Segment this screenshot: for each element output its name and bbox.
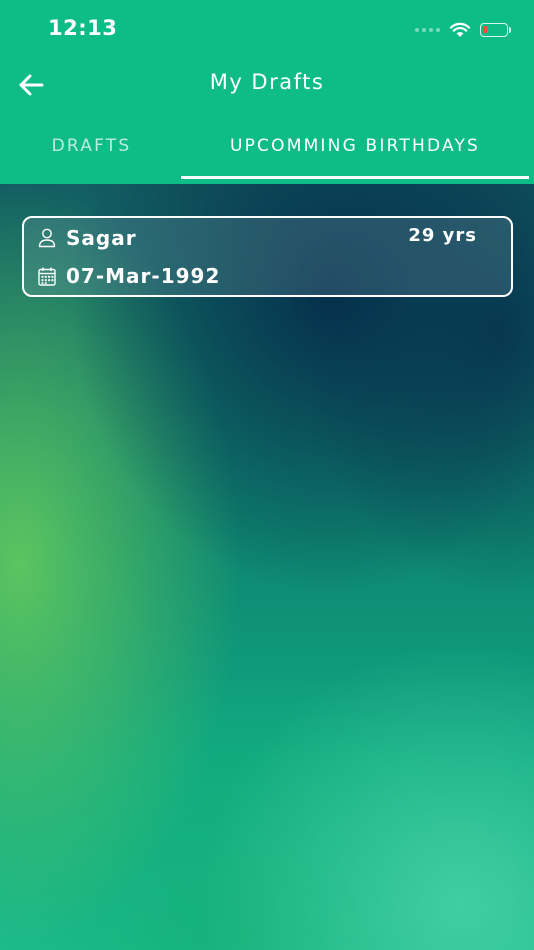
birthday-list[interactable]: Sagar 07-Mar-1992 29 yrs <box>0 184 534 950</box>
page-title: My Drafts <box>209 70 325 94</box>
status-bar: 12:13 <box>0 0 534 60</box>
birthday-date-row: 07-Mar-1992 <box>38 264 220 288</box>
battery-icon <box>480 23 511 37</box>
active-tab-indicator <box>181 176 529 179</box>
birthday-name: Sagar <box>66 226 137 250</box>
birthday-age: 29 yrs <box>408 225 477 246</box>
birthday-name-row: Sagar <box>38 226 137 250</box>
birthday-date: 07-Mar-1992 <box>66 264 221 288</box>
tab-upcoming-birthdays[interactable]: UPCOMMING BIRTHDAYS <box>181 122 529 178</box>
status-icons <box>415 20 511 40</box>
cellular-signal-icon <box>415 28 440 32</box>
birthday-card[interactable]: Sagar 07-Mar-1992 29 yrs <box>22 216 513 297</box>
tab-bar: DRAFTS UPCOMMING BIRTHDAYS <box>0 122 534 184</box>
person-icon <box>38 227 56 249</box>
wifi-icon <box>450 22 470 37</box>
tab-drafts[interactable]: DRAFTS <box>0 122 183 178</box>
calendar-icon <box>38 265 56 287</box>
nav-bar: My Drafts <box>0 60 534 110</box>
tab-drafts-label: DRAFTS <box>51 136 132 156</box>
tab-upcoming-birthdays-label: UPCOMMING BIRTHDAYS <box>229 136 481 156</box>
header: 12:13 My Drafts DRAFTS UPCOMMING BIRTHDA… <box>0 0 534 184</box>
status-time: 12:13 <box>48 16 118 40</box>
